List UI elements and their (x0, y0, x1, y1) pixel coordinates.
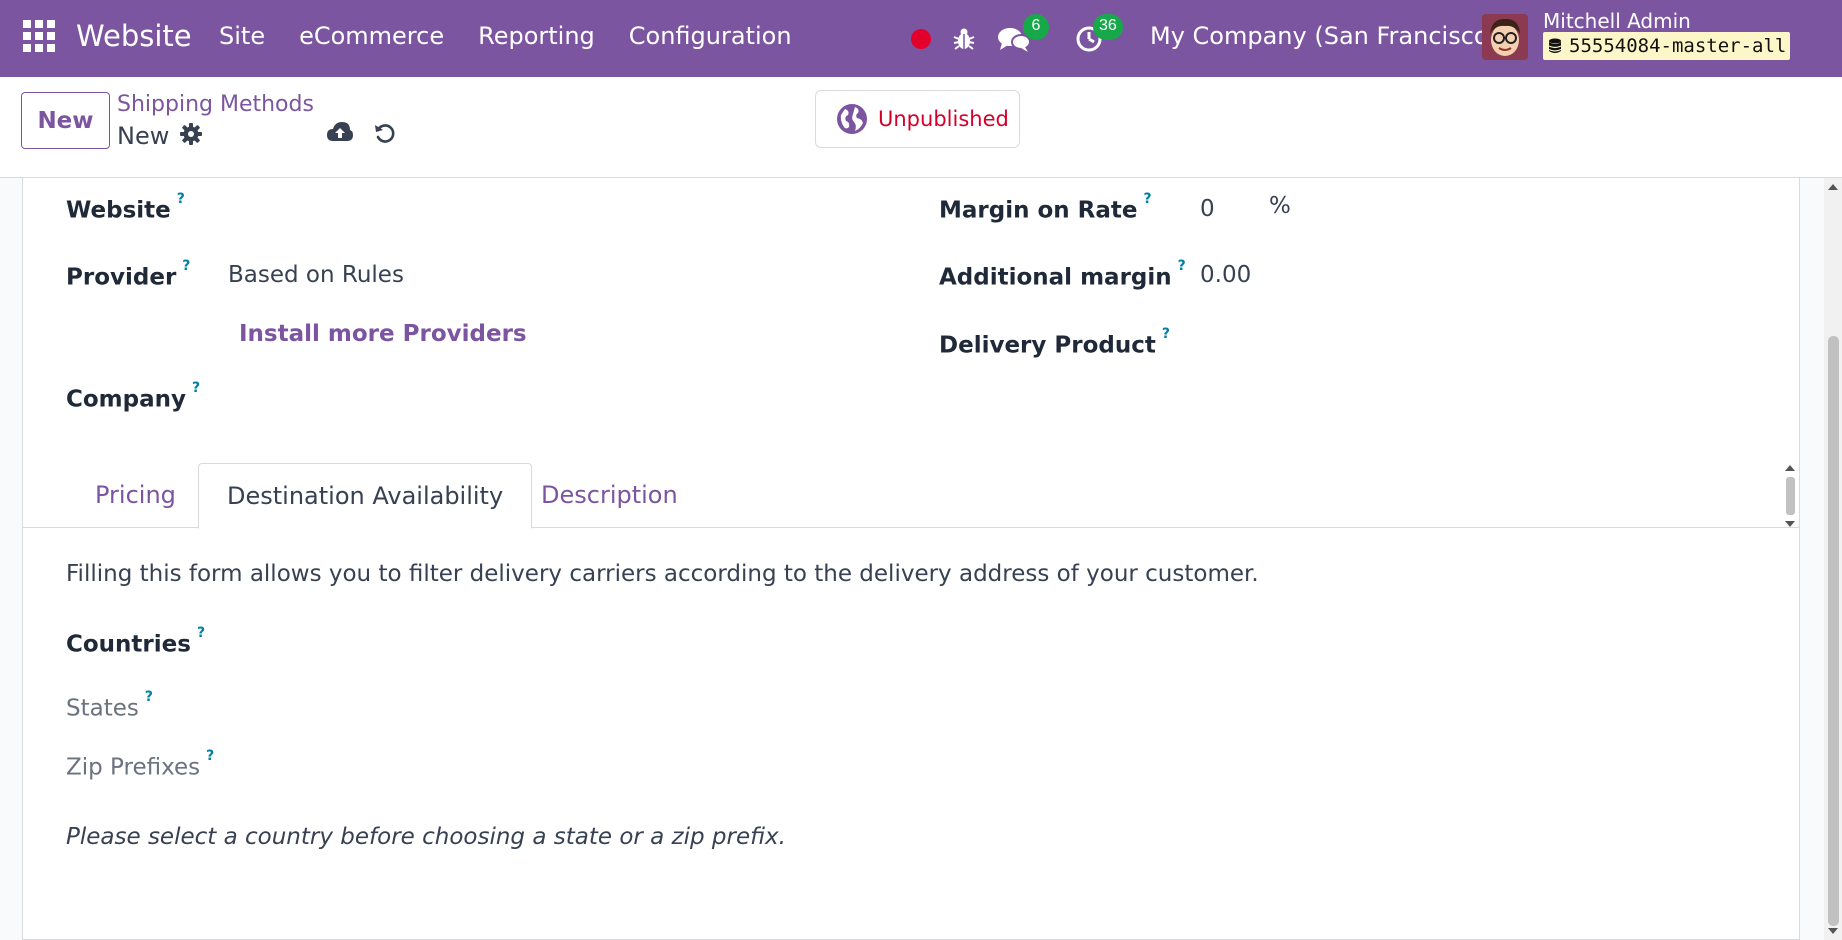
debug-button[interactable] (953, 0, 975, 77)
countries-label: Countries? (66, 625, 206, 658)
scroll-down-arrow-icon[interactable] (1785, 521, 1795, 527)
menu-reporting[interactable]: Reporting (478, 18, 595, 54)
tab-pricing[interactable]: Pricing (67, 463, 204, 528)
record-indicator[interactable] (911, 0, 931, 77)
page-scrollbar-thumb[interactable] (1828, 336, 1839, 926)
app-name[interactable]: Website (76, 16, 192, 56)
database-name-text: 55554084-master-all (1569, 35, 1787, 57)
states-label: States? (66, 689, 153, 722)
delivery-product-label: Delivery Product? (939, 326, 1170, 359)
tabs-scrollbar-thumb[interactable] (1786, 477, 1795, 515)
help-tooltip-icon[interactable]: ? (1162, 326, 1170, 342)
tabs-scrollbar[interactable] (1783, 465, 1797, 529)
additional-margin-input[interactable]: 0.00 (1200, 259, 1251, 291)
publish-status-label: Unpublished (878, 107, 1009, 131)
save-button[interactable] (326, 121, 354, 147)
menu-ecommerce[interactable]: eCommerce (299, 18, 444, 54)
website-label: Website? (66, 191, 185, 224)
additional-margin-label: Additional margin? (939, 258, 1186, 291)
menu-configuration[interactable]: Configuration (629, 18, 792, 54)
help-tooltip-icon[interactable]: ? (145, 689, 153, 705)
country-required-hint: Please select a country before choosing … (66, 824, 786, 850)
record-name: New (117, 122, 170, 150)
main-menu: Site eCommerce Reporting Configuration (219, 18, 826, 54)
help-tooltip-icon[interactable]: ? (192, 380, 200, 396)
messages-button[interactable]: 6 (997, 0, 1049, 77)
company-label: Company? (66, 380, 201, 413)
database-icon (1548, 38, 1562, 53)
company-switcher[interactable]: My Company (San Francisco) (1150, 18, 1498, 54)
help-tooltip-icon[interactable]: ? (1144, 191, 1152, 207)
cloud-upload-icon (327, 122, 353, 141)
activities-count-badge: 36 (1093, 14, 1123, 40)
apps-menu-icon[interactable] (23, 20, 55, 52)
provider-label: Provider? (66, 258, 191, 291)
new-record-button[interactable]: New (21, 92, 110, 149)
notebook-tabs: Pricing Destination Availability Descrip… (23, 463, 1799, 529)
record-dot-icon (911, 28, 931, 49)
scroll-up-arrow-icon[interactable] (1785, 465, 1795, 471)
messages-count-badge: 6 (1023, 14, 1049, 40)
help-tooltip-icon[interactable]: ? (1178, 258, 1186, 274)
database-name: 55554084-master-all (1543, 32, 1791, 60)
help-tooltip-icon[interactable]: ? (177, 191, 185, 207)
avatar-face-icon (1482, 14, 1528, 60)
page-scrollbar[interactable] (1824, 178, 1842, 940)
publish-toggle-button[interactable]: Unpublished (815, 90, 1020, 148)
user-name[interactable]: Mitchell Admin (1543, 8, 1691, 34)
margin-on-rate-label: Margin on Rate? (939, 191, 1152, 224)
undo-icon (375, 124, 395, 143)
gear-icon (180, 123, 202, 145)
provider-select[interactable]: Based on Rules (228, 259, 404, 291)
actions-menu-button[interactable] (180, 123, 202, 149)
bug-icon (953, 28, 975, 50)
breadcrumb-shipping-methods[interactable]: Shipping Methods (117, 89, 314, 121)
help-tooltip-icon[interactable]: ? (182, 258, 190, 274)
destination-intro-text: Filling this form allows you to filter d… (66, 561, 1259, 587)
margin-on-rate-input[interactable]: 0 (1200, 193, 1215, 225)
control-panel: New Shipping Methods New Unpublished (0, 77, 1842, 178)
page-scroll-down-arrow-icon[interactable] (1828, 928, 1838, 934)
tab-destination-availability[interactable]: Destination Availability (198, 463, 533, 529)
help-tooltip-icon[interactable]: ? (197, 625, 205, 641)
top-navbar: Website Site eCommerce Reporting Configu… (0, 0, 1842, 77)
margin-on-rate-unit: % (1269, 193, 1291, 219)
form-sheet: Website? Provider? Based on Rules Instal… (22, 178, 1800, 940)
menu-site[interactable]: Site (219, 18, 265, 54)
discard-button[interactable] (373, 121, 397, 149)
help-tooltip-icon[interactable]: ? (206, 748, 214, 764)
page-scroll-up-arrow-icon[interactable] (1828, 184, 1838, 190)
install-more-providers-link[interactable]: Install more Providers (239, 318, 527, 350)
activities-button[interactable]: 36 (1075, 0, 1123, 77)
user-avatar[interactable] (1482, 14, 1528, 60)
zip-prefixes-label: Zip Prefixes? (66, 748, 215, 781)
tab-description[interactable]: Description (513, 463, 706, 528)
globe-icon (837, 104, 867, 134)
